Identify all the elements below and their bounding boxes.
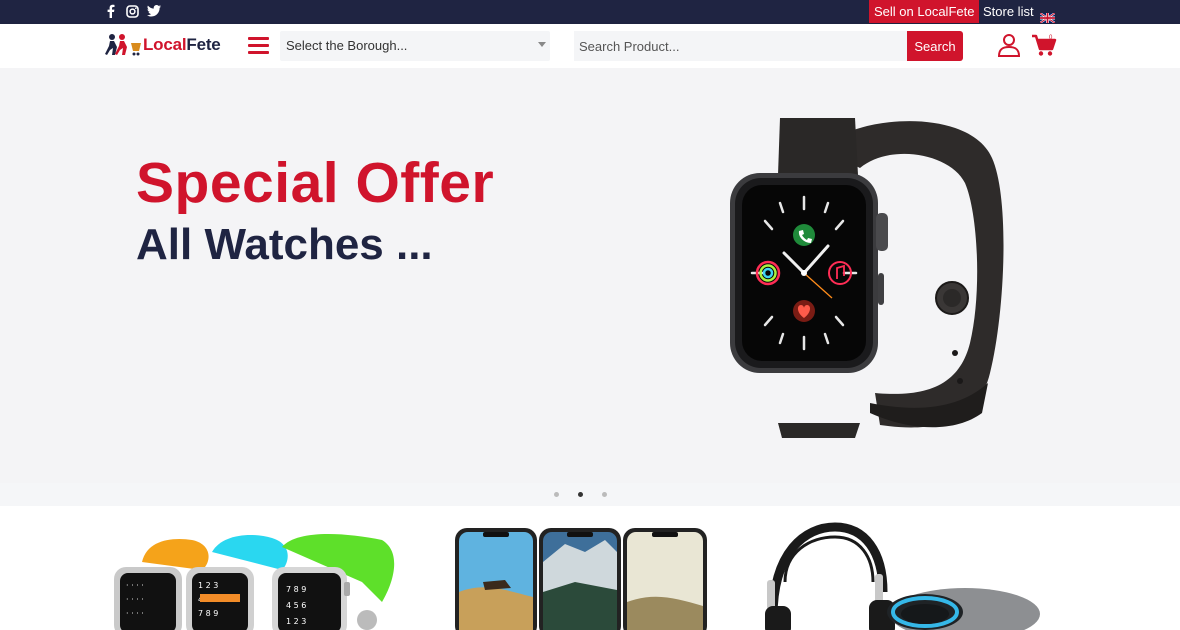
store-list-link[interactable]: Store list xyxy=(983,0,1056,24)
svg-text:· · · ·: · · · · xyxy=(126,595,144,604)
shopping-cart-icon[interactable] xyxy=(1031,33,1057,57)
localfete-logo[interactable]: LocalFete xyxy=(105,33,221,57)
borough-select[interactable]: Select the Borough... xyxy=(280,31,550,61)
user-account-icon[interactable] xyxy=(997,33,1021,57)
logo-text-fete: Fete xyxy=(186,35,221,54)
category-smartwatches[interactable]: · · · · · · · · · · · · 1 2 3 4 5 6 7 8 9 7 … xyxy=(112,522,397,630)
search-input[interactable] xyxy=(574,31,908,61)
logo-text-local: Local xyxy=(143,35,187,54)
smartwatch-image xyxy=(730,118,1004,438)
top-bar: Sell on LocalFete Store list xyxy=(0,0,1180,24)
category-smartphones[interactable] xyxy=(455,522,710,630)
main-header: LocalFete Select the Borough... Search 0 xyxy=(0,24,1180,68)
sell-on-localfete-button[interactable]: Sell on LocalFete xyxy=(869,0,980,23)
carousel-dot-1[interactable] xyxy=(554,492,559,497)
svg-text:4 5 6: 4 5 6 xyxy=(286,601,306,610)
category-audio[interactable] xyxy=(765,522,1040,630)
social-links xyxy=(103,4,161,18)
store-list-label: Store list xyxy=(983,4,1034,19)
hero-banner: Special Offer All Watches ... xyxy=(0,68,1180,483)
hero-title: Special Offer xyxy=(136,151,495,215)
svg-text:7 8 9: 7 8 9 xyxy=(286,585,306,594)
logo-text: LocalFete xyxy=(143,35,221,55)
svg-text:· · · ·: · · · · xyxy=(126,609,144,618)
headphones-speaker-image xyxy=(765,522,1040,630)
svg-text:· · · ·: · · · · xyxy=(126,581,144,590)
hero-subtitle: All Watches ... xyxy=(136,220,433,269)
hamburger-menu-icon[interactable] xyxy=(248,37,269,54)
twitter-icon[interactable] xyxy=(147,4,161,18)
borough-selected-value: Select the Borough... xyxy=(286,38,408,53)
smartphones-image xyxy=(455,528,707,630)
svg-text:1 2 3: 1 2 3 xyxy=(198,581,218,590)
carousel-dot-2[interactable] xyxy=(578,492,583,497)
uk-flag-icon[interactable] xyxy=(1039,7,1056,24)
search-button[interactable]: Search xyxy=(907,31,963,61)
facebook-icon[interactable] xyxy=(103,4,117,18)
cart-count-badge: 0 xyxy=(1049,35,1053,41)
svg-text:1 2 3: 1 2 3 xyxy=(286,617,306,626)
colorful-watches-image: · · · · · · · · · · · · 1 2 3 4 5 6 7 8 9 7 … xyxy=(114,534,395,630)
svg-text:7 8 9: 7 8 9 xyxy=(198,609,218,618)
carousel-dot-3[interactable] xyxy=(602,492,607,497)
carousel-indicators xyxy=(0,483,1180,506)
logo-shoppers-icon xyxy=(105,34,141,56)
chevron-down-icon xyxy=(538,42,546,47)
instagram-icon[interactable] xyxy=(125,4,139,18)
